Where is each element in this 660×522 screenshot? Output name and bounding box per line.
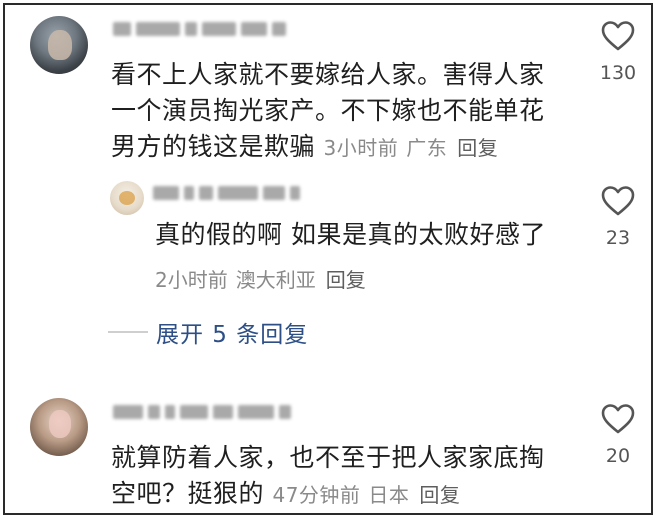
location: 澳大利亚 [235,268,316,292]
timestamp: 47分钟前 [272,483,361,507]
comment-body: 看不上人家就不要嫁给人家。害得人家 一个演员掏光家产。不下嫁也不能单花 男方的钱… [111,57,545,166]
comment-body: 就算防着人家，也不至于把人家家底掏 空吧？挺狠的 47分钟前 日本 回复 [111,440,545,513]
expand-replies-button[interactable]: 展开 5 条回复 [108,315,308,349]
comment-body: 真的假的啊 如果是真的太败好感了 [155,217,546,253]
timestamp: 3小时前 [323,136,399,160]
like-button[interactable]: 130 [593,20,643,84]
comment-line: 看不上人家就不要嫁给人家。害得人家 [111,60,545,89]
comment-line: 就算防着人家，也不至于把人家家底掏 [111,443,545,472]
comment-line: 真的假的啊 如果是真的太败好感了 [155,220,546,249]
expand-divider [108,331,148,333]
reply-button[interactable]: 回复 [457,136,498,160]
comment-line: 一个演员掏光家产。不下嫁也不能单花 [111,96,545,125]
location: 广东 [406,136,448,160]
comment-meta: 2小时前 澳大利亚 回复 [155,264,366,293]
like-count: 20 [605,445,631,467]
comment-meta: 3小时前 广东 回复 [323,136,498,160]
comment-line-text: 空吧？挺狠的 [111,479,265,508]
heart-icon [601,404,635,434]
location: 日本 [368,483,410,507]
comment-line: 空吧？挺狠的 47分钟前 日本 回复 [111,476,545,513]
comment-line: 男方的钱这是欺骗 3小时前 广东 回复 [111,129,545,166]
like-count: 130 [599,62,637,84]
username-blurred[interactable] [153,183,300,203]
comment-meta: 47分钟前 日本 回复 [272,483,460,507]
reply-button[interactable]: 回复 [326,268,366,292]
timestamp: 2小时前 [155,268,228,292]
like-button[interactable]: 23 [593,185,643,249]
avatar[interactable] [30,398,88,456]
heart-icon [601,186,635,216]
like-button[interactable]: 20 [593,403,643,467]
heart-icon [601,21,635,51]
comment-section: 看不上人家就不要嫁给人家。害得人家 一个演员掏光家产。不下嫁也不能单花 男方的钱… [3,3,653,515]
expand-replies-label[interactable]: 展开 5 条回复 [156,315,308,349]
comment-line-text: 男方的钱这是欺骗 [111,132,316,161]
username-blurred[interactable] [113,19,286,39]
username-blurred[interactable] [113,402,291,422]
avatar[interactable] [110,181,144,215]
avatar[interactable] [30,16,88,74]
like-count: 23 [605,227,631,249]
reply-button[interactable]: 回复 [419,483,460,507]
